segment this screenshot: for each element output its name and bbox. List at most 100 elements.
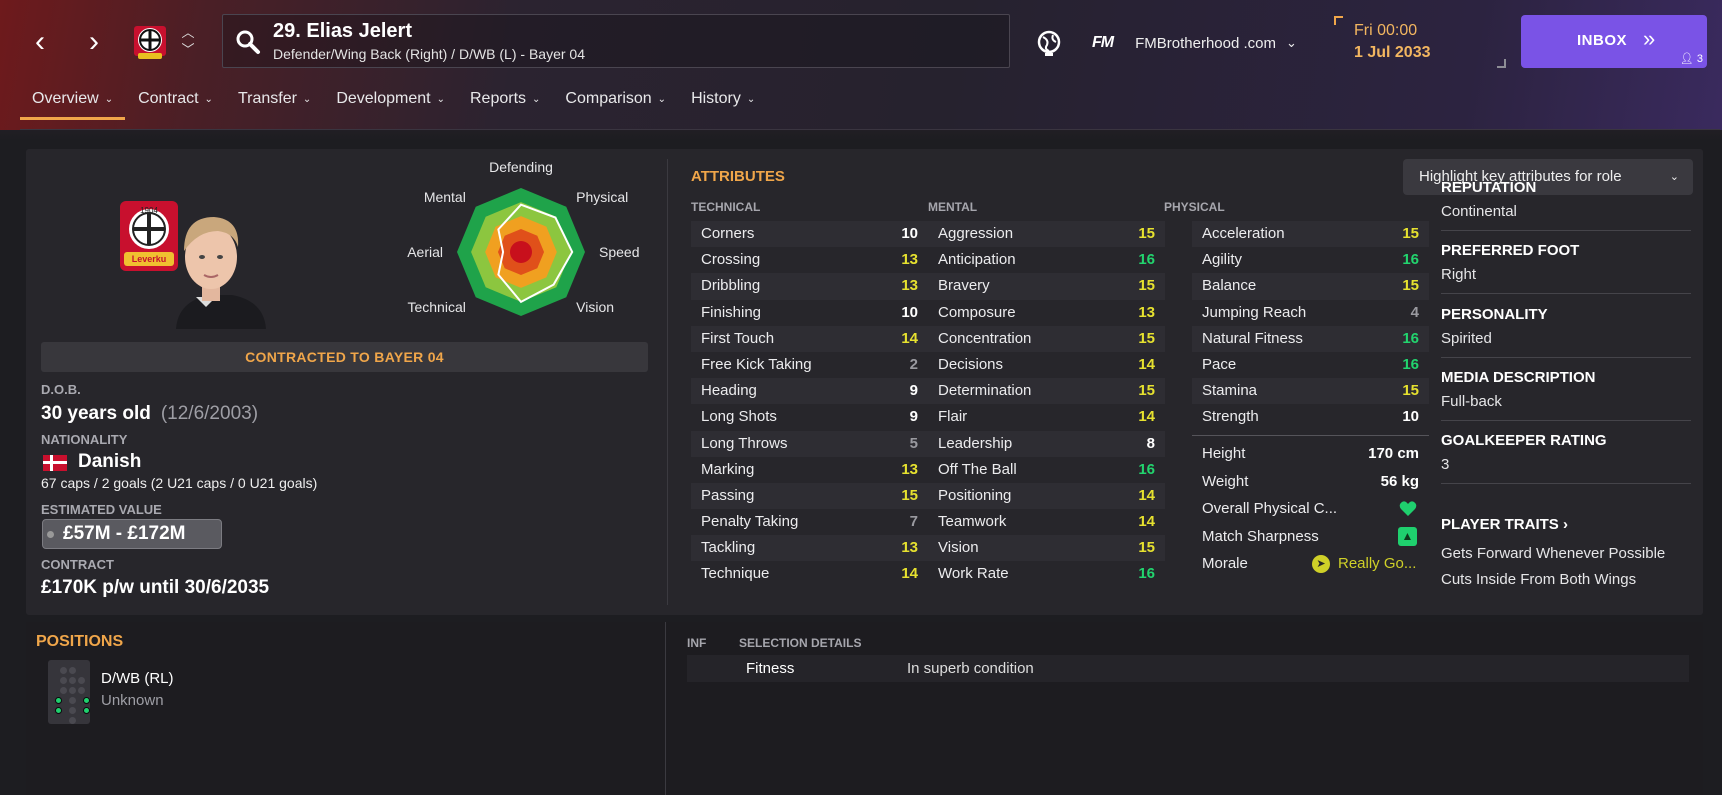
attribute-row[interactable]: Tackling 13 [691,535,928,562]
fm-logo[interactable]: FM [1092,34,1114,52]
weight-label: Weight [1202,472,1249,490]
tab-contract[interactable]: Contract ⌄ [126,86,225,120]
attribute-name: Free Kick Taking [701,355,812,373]
estimated-value-pill[interactable]: £57M - £172M [42,519,222,549]
attribute-row[interactable]: Dribbling 13 [691,273,928,300]
tab-overview[interactable]: Overview ⌄ [20,86,126,120]
position-dot [60,667,67,674]
attribute-row[interactable]: Teamwork 14 [928,509,1165,535]
attribute-row[interactable]: Agility 16 [1192,247,1429,273]
attribute-name: Natural Fitness [1202,329,1303,347]
attribute-row[interactable]: Penalty Taking 7 [691,509,928,535]
attribute-row[interactable]: Balance 15 [1192,273,1429,300]
height-value: 170 cm [1368,445,1419,462]
attribute-row[interactable]: Determination 15 [928,378,1165,405]
attribute-row[interactable]: Aggression 15 [928,221,1165,248]
attribute-row[interactable]: Work Rate 16 [928,561,1165,587]
attribute-value: 13 [901,539,918,557]
position-dot [69,687,76,694]
attribute-row[interactable]: Crossing 13 [691,247,928,273]
attribute-name: Long Shots [701,408,777,426]
attribute-row[interactable]: Leadership 8 [928,430,1165,457]
attributes-title: ATTRIBUTES [691,168,785,185]
fitness-value: In superb condition [907,660,1034,677]
attribute-row[interactable]: Passing 15 [691,482,928,510]
attribute-row[interactable]: Decisions 14 [928,352,1165,378]
attribute-value: 10 [901,225,918,242]
sharpness-row[interactable]: Match Sharpness ▲ [1192,523,1429,551]
attribute-row[interactable]: Natural Fitness 16 [1192,325,1429,352]
mental-header: MENTAL [928,200,978,214]
site-name[interactable]: FMBrotherhood .com [1135,35,1276,52]
thumbs-up-icon: ▲ [1398,526,1417,546]
attribute-row[interactable]: Strength 10 [1192,404,1429,430]
attribute-row[interactable]: Anticipation 16 [928,247,1165,273]
attribute-row[interactable]: Acceleration 15 [1192,221,1429,248]
attribute-row[interactable]: Heading 9 [691,378,928,405]
attribute-row[interactable]: First Touch 14 [691,325,928,352]
forward-button[interactable]: › [74,22,114,62]
tab-transfer[interactable]: Transfer ⌄ [226,86,323,120]
double-chevron-right-icon: » [1643,26,1656,51]
tab-reports[interactable]: Reports ⌄ [458,86,552,120]
attribute-name: Composure [938,303,1016,321]
attribute-row[interactable]: Finishing 10 [691,300,928,326]
attribute-row[interactable]: Free Kick Taking 2 [691,352,928,378]
tab-history[interactable]: History ⌄ [679,86,767,120]
attribute-value: 13 [1138,303,1155,321]
position-dot [78,687,85,694]
attribute-name: Work Rate [938,565,1009,583]
back-button[interactable]: ‹ [20,22,60,62]
tab-comparison[interactable]: Comparison ⌄ [553,86,678,120]
contract-banner: CONTRACTED TO BAYER 04 [41,342,648,372]
attribute-name: Determination [938,382,1032,400]
attribute-value: 13 [901,277,918,295]
nationality-value[interactable]: Danish [78,451,141,473]
search-box[interactable]: 29. Elias Jelert Defender/Wing Back (Rig… [222,14,1010,68]
attribute-name: Teamwork [938,513,1007,531]
attribute-row[interactable]: Pace 16 [1192,352,1429,378]
tab-development[interactable]: Development ⌄ [324,86,457,120]
bayer-04-crest-icon[interactable] [128,20,172,62]
tag-icon [47,531,54,538]
condition-row[interactable]: Overall Physical C... [1192,495,1429,523]
attribute-name: Positioning [938,486,1012,504]
chevron-left-icon: ‹ [35,25,45,58]
attribute-row[interactable]: Jumping Reach 4 [1192,300,1429,326]
attribute-row[interactable]: Bravery 15 [928,273,1165,300]
attribute-row[interactable]: Stamina 15 [1192,378,1429,405]
attribute-row[interactable]: Positioning 14 [928,482,1165,510]
chevron-down-icon[interactable]: ⌄ [1286,35,1297,51]
radar-label: Aerial [407,244,443,260]
attribute-row[interactable]: Long Throws 5 [691,430,928,457]
attribute-row[interactable]: Corners 10 [691,221,928,248]
attribute-row[interactable]: Concentration 15 [928,325,1165,352]
position-pitch-icon[interactable] [48,660,90,724]
attribute-row[interactable]: Marking 13 [691,457,928,483]
attribute-row[interactable]: Flair 14 [928,404,1165,430]
attribute-row[interactable]: Technique 14 [691,561,928,587]
player-photo: Leverku 1904 [120,201,266,329]
inbox-count-value: 3 [1696,53,1703,65]
attribute-value: 5 [909,434,918,452]
attribute-row[interactable]: Vision 15 [928,535,1165,562]
inbox-button[interactable]: INBOX » 👤︎ 3 [1521,15,1707,68]
estimated-value: £57M - £172M [63,523,186,544]
attribute-row[interactable]: Long Shots 9 [691,404,928,430]
player-subtitle: Defender/Wing Back (Right) / D/WB (L) - … [273,46,585,62]
date-display[interactable]: Fri 00:00 1 Jul 2033 [1334,16,1506,68]
attribute-name: First Touch [701,329,775,347]
player-traits-link[interactable]: PLAYER TRAITS › [1441,516,1568,533]
attribute-value: 14 [1138,513,1155,531]
corner-decoration [1334,16,1343,25]
attribute-value: 16 [1138,460,1155,478]
position-dot [60,677,67,684]
attribute-value: 14 [1138,408,1155,426]
attribute-row[interactable]: Composure 13 [928,300,1165,326]
morale-row[interactable]: Morale ➤ Really Go... [1192,550,1429,578]
world-icon[interactable] [1034,28,1064,58]
club-switch-arrows[interactable]: ︿ ﹀ [180,24,196,58]
attribute-value: 14 [1138,355,1155,373]
attribute-name: Aggression [938,225,1014,242]
attribute-row[interactable]: Off The Ball 16 [928,457,1165,483]
